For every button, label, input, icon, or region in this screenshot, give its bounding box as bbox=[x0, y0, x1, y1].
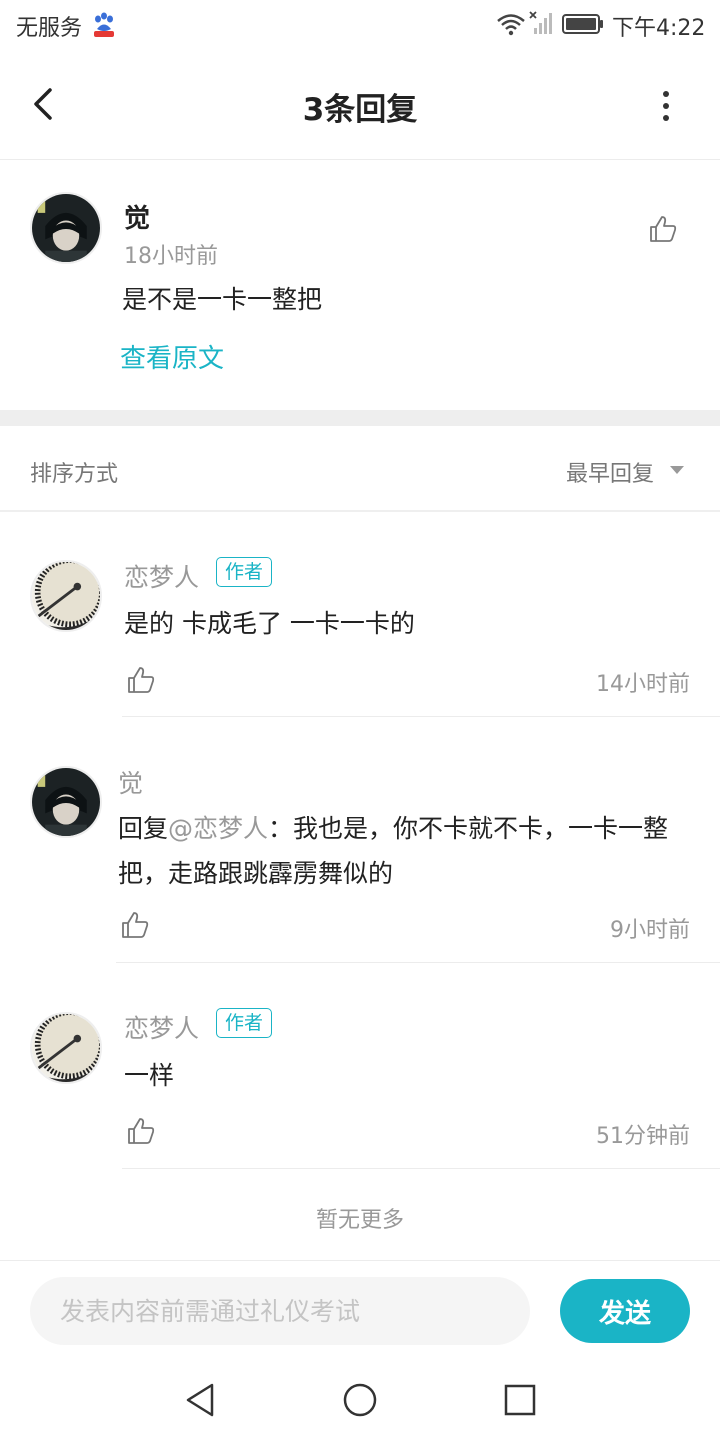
nav-recents-icon[interactable] bbox=[500, 1380, 540, 1420]
status-bar: 无服务 下午4:22 bbox=[0, 0, 720, 52]
send-button[interactable]: 发送 bbox=[560, 1279, 690, 1343]
nav-home-icon[interactable] bbox=[340, 1380, 380, 1420]
reply-author[interactable]: 恋梦人 bbox=[124, 558, 199, 594]
signal-icon bbox=[529, 11, 552, 34]
sort-dropdown[interactable]: 最早回复 bbox=[566, 456, 654, 488]
reply-author[interactable]: 恋梦人 bbox=[124, 1009, 199, 1045]
reply-text: 一样 bbox=[124, 1061, 175, 1090]
wifi-icon bbox=[497, 14, 525, 36]
carrier-label: 无服务 bbox=[16, 16, 83, 41]
title-bar: 3条回复 bbox=[0, 52, 720, 160]
reply-item: 恋梦人 作者 是的 卡成毛了 一卡一卡的 14小时前 bbox=[0, 512, 720, 718]
reply-time: 51分钟前 bbox=[596, 1124, 690, 1149]
section-separator bbox=[0, 410, 720, 426]
reply-item: 觉 回复@恋梦人：我也是，你不卡就不卡，一卡一整把，走路跟跳霹雳舞似的 9小时前 bbox=[0, 718, 720, 964]
reply-text: 是的 卡成毛了 一卡一卡的 bbox=[124, 609, 415, 638]
divider bbox=[122, 1168, 720, 1169]
divider bbox=[122, 716, 720, 717]
reply-item: 恋梦人 作者 一样 51分钟前 bbox=[0, 964, 720, 1170]
reply-text: 回复@恋梦人：我也是，你不卡就不卡，一卡一整把，走路跟跳霹雳舞似的 bbox=[118, 806, 698, 896]
view-original-link[interactable]: 查看原文 bbox=[120, 338, 224, 375]
thumbs-up-icon[interactable] bbox=[126, 665, 156, 695]
reply-input-bar: 发送 bbox=[0, 1260, 720, 1360]
comment-text: 是不是一卡一整把 bbox=[122, 285, 323, 314]
system-nav-bar bbox=[0, 1360, 720, 1440]
avatar[interactable] bbox=[30, 766, 102, 838]
avatar[interactable] bbox=[30, 1012, 102, 1084]
avatar[interactable] bbox=[30, 192, 102, 264]
avatar[interactable] bbox=[30, 560, 102, 632]
reply-time: 9小时前 bbox=[610, 918, 690, 943]
reply-prefix: 回复 bbox=[118, 814, 169, 843]
clock: 下午4:22 bbox=[612, 16, 706, 41]
anime-avatar-icon bbox=[32, 194, 100, 262]
page-title: 3条回复 bbox=[302, 92, 418, 128]
sort-label: 排序方式 bbox=[30, 462, 119, 487]
caret-down-icon[interactable] bbox=[668, 464, 686, 476]
thumbs-up-icon[interactable] bbox=[126, 1116, 156, 1146]
more-options-icon[interactable] bbox=[656, 88, 676, 124]
clock-dial-avatar-icon bbox=[32, 1014, 100, 1082]
divider bbox=[116, 962, 720, 963]
clock-dial-avatar-icon bbox=[32, 562, 100, 630]
nav-back-icon[interactable] bbox=[180, 1380, 220, 1420]
baidu-paw-icon bbox=[94, 12, 114, 37]
thumbs-up-icon[interactable] bbox=[648, 214, 678, 244]
comment-author[interactable]: 觉 bbox=[124, 198, 150, 235]
reply-time: 14小时前 bbox=[596, 672, 690, 697]
mention-link[interactable]: @恋梦人 bbox=[168, 814, 268, 843]
comment-time: 18小时前 bbox=[124, 244, 218, 269]
author-badge: 作者 bbox=[216, 557, 273, 587]
thumbs-up-icon[interactable] bbox=[120, 910, 150, 940]
sort-bar: 排序方式 最早回复 bbox=[0, 426, 720, 512]
anime-avatar-icon bbox=[32, 768, 100, 836]
battery-icon bbox=[562, 14, 603, 34]
main-comment: 觉 18小时前 是不是一卡一整把 查看原文 bbox=[0, 160, 720, 410]
no-more-label: 暂无更多 bbox=[315, 1208, 404, 1233]
reply-input[interactable] bbox=[30, 1277, 530, 1345]
author-badge: 作者 bbox=[216, 1008, 273, 1038]
reply-author[interactable]: 觉 bbox=[118, 764, 143, 800]
